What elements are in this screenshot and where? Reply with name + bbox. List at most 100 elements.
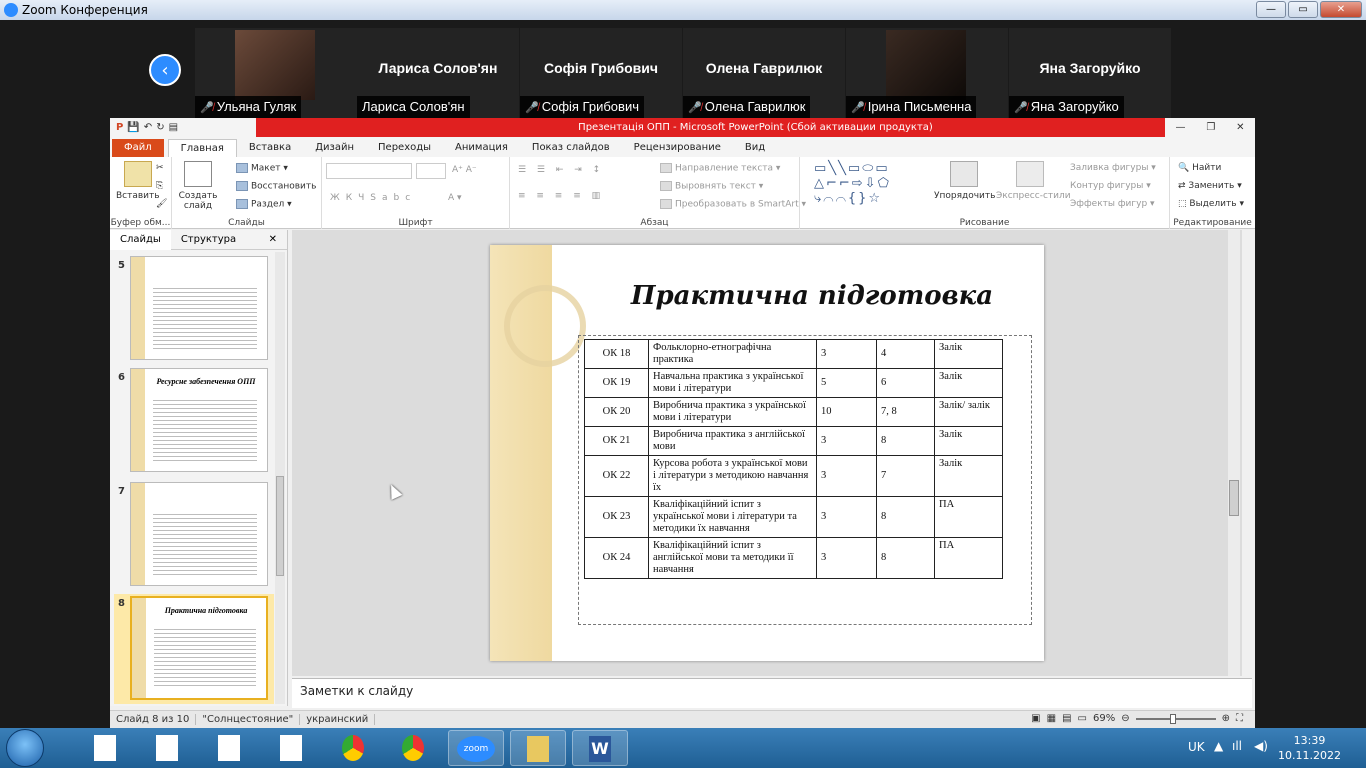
table-row: ОК 19 Навчальна практика з української мо… [584, 368, 1003, 398]
fit-window-icon[interactable]: ⛶ [1236, 713, 1243, 724]
align-buttons[interactable]: ≡ ≡ ≡ ≡ ▥ [518, 191, 604, 201]
quick-styles-icon[interactable] [1016, 161, 1044, 187]
practice-table[interactable]: ОК 18 Фольклорно-етнографічна практика 3 4 З… [584, 339, 1003, 579]
new-slide-icon[interactable] [184, 161, 212, 187]
select-icon: ⬚ [1178, 199, 1187, 209]
minimize-button[interactable]: — [1256, 1, 1286, 18]
font-format-buttons[interactable]: ЖКЧSabc [330, 193, 416, 203]
tab-home[interactable]: Главная [167, 139, 237, 157]
taskbar-word-icon[interactable]: W [572, 730, 628, 766]
close-button[interactable]: ✕ [1320, 1, 1362, 18]
paste-icon[interactable] [124, 161, 152, 187]
tab-review[interactable]: Рецензирование [622, 139, 733, 157]
shape-effects-button[interactable]: Эффекты фигур ▾ [1070, 199, 1155, 209]
slide-thumbnail-selected[interactable]: 8 Практична підготовка [114, 594, 274, 704]
font-name-select[interactable] [326, 163, 412, 179]
ppt-restore-button[interactable]: ❐ [1206, 122, 1215, 133]
taskbar-zoom-icon[interactable]: zoom [448, 730, 504, 766]
tab-file[interactable]: Файл [112, 139, 164, 157]
thumbnails-scrollbar[interactable] [275, 252, 285, 704]
network-icon[interactable]: ıll [1232, 739, 1242, 753]
start-button[interactable] [6, 729, 44, 767]
save-icon[interactable]: 💾 [127, 122, 139, 133]
ppt-close-button[interactable]: ✕ [1236, 122, 1244, 133]
keyboard-language[interactable]: UK [1188, 740, 1205, 754]
previous-page-button[interactable]: ‹ [149, 54, 181, 86]
participant-tile[interactable]: 🎤̸ Ірина Письменна [846, 28, 1008, 118]
format-painter-icon[interactable]: 🖌 [156, 199, 167, 209]
cut-icon[interactable]: ✂ [156, 163, 164, 173]
font-size-select[interactable] [416, 163, 446, 179]
tab-slides[interactable]: Слайды [110, 229, 171, 250]
shapes-gallery[interactable]: ▭╲╲▭⬭▭ △⌐⌐⇨⇩⬠ ⤷⌒⌒{}☆ [814, 161, 891, 206]
tab-transitions[interactable]: Переходы [366, 139, 443, 157]
taskbar-chrome-icon[interactable] [386, 730, 442, 766]
align-text-button[interactable]: Выровнять текст ▾ [660, 181, 763, 192]
participant-tile[interactable]: 🎤̸ Ульяна Гуляк [195, 28, 357, 118]
layout-button[interactable]: Макет ▾ [236, 163, 288, 174]
course-code-cell: ОК 20 [584, 397, 649, 427]
participant-tile[interactable]: Яна Загоруйко 🎤̸ Яна Загоруйко [1009, 28, 1171, 118]
font-color-icon[interactable]: A ▾ [448, 193, 462, 203]
tab-outline[interactable]: Структура [171, 230, 246, 250]
current-slide[interactable]: Практична підготовка ОК 18 Фольклорно-етн… [490, 245, 1044, 661]
show-hidden-icons[interactable]: ▲ [1214, 739, 1223, 753]
participant-tile[interactable]: Лариса Солов'ян Лариса Солов'ян [357, 28, 519, 118]
course-code-cell: ОК 23 [584, 496, 649, 538]
volume-icon[interactable]: ◀) [1254, 739, 1268, 753]
list-buttons[interactable]: ☰ ☰ ⇤ ⇥ ↕ [518, 165, 604, 175]
smartart-icon [660, 199, 672, 209]
shape-fill-button[interactable]: Заливка фигуры ▾ [1070, 163, 1156, 173]
maximize-button[interactable]: ▭ [1288, 1, 1318, 18]
smartart-button[interactable]: Преобразовать в SmartArt ▾ [660, 199, 806, 210]
replace-button[interactable]: ⇄ Заменить ▾ [1178, 181, 1242, 191]
section-button[interactable]: Раздел ▾ [236, 199, 292, 210]
undo-icon[interactable]: ↶ [144, 122, 152, 133]
arrange-icon[interactable] [950, 161, 978, 187]
participant-tile[interactable]: Софія Грибович 🎤̸ Софія Грибович [520, 28, 682, 118]
arrange-button[interactable]: Упорядочить [934, 191, 995, 201]
redo-icon[interactable]: ↻ [156, 122, 164, 133]
notes-pane[interactable]: Заметки к слайду [292, 678, 1252, 708]
course-name-cell: Курсова робота з української мови і літе… [648, 455, 817, 497]
paste-button[interactable]: Вставить [116, 191, 160, 201]
select-button[interactable]: ⬚ Выделить ▾ [1178, 199, 1244, 209]
reset-button[interactable]: Восстановить [236, 181, 316, 192]
tab-animation[interactable]: Анимация [443, 139, 520, 157]
normal-view-icon[interactable]: ▣ [1031, 713, 1040, 724]
shape-outline-button[interactable]: Контур фигуры ▾ [1070, 181, 1151, 191]
ppt-titlebar: P 💾 ↶ ↻ ▤ Презентація ОПП - Microsoft Po… [110, 118, 1255, 137]
ppt-minimize-button[interactable]: — [1175, 122, 1185, 133]
taskbar-file-icon[interactable] [202, 730, 258, 766]
grow-font-icon[interactable]: A⁺ A⁻ [452, 165, 477, 175]
taskbar-yandex-icon[interactable] [326, 730, 382, 766]
taskbar-file-icon[interactable] [140, 730, 196, 766]
tab-insert[interactable]: Вставка [237, 139, 303, 157]
slideshow-view-icon[interactable]: ▭ [1078, 713, 1087, 724]
slide-title[interactable]: Практична підготовка [610, 281, 1014, 311]
tab-view[interactable]: Вид [733, 139, 777, 157]
zoom-slider[interactable] [1135, 713, 1216, 724]
reading-view-icon[interactable]: ▤ [1062, 713, 1071, 724]
close-panel-icon[interactable]: ✕ [259, 230, 287, 250]
tab-design[interactable]: Дизайн [303, 139, 366, 157]
sorter-view-icon[interactable]: ▦ [1047, 713, 1056, 724]
zoom-in-icon[interactable]: ⊕ [1222, 713, 1230, 724]
taskbar-file-icon[interactable] [78, 730, 134, 766]
workspace-scrollbar[interactable] [1228, 230, 1240, 676]
find-button[interactable]: 🔍 Найти [1178, 163, 1221, 173]
new-slide-button[interactable]: Создать слайд [176, 191, 220, 211]
zoom-level[interactable]: 69% [1093, 713, 1115, 724]
language-indicator[interactable]: украинский [300, 714, 376, 725]
new-slide-qat-icon[interactable]: ▤ [169, 122, 178, 133]
participant-tile[interactable]: Олена Гаврилюк 🎤̸ Олена Гаврилюк [683, 28, 845, 118]
quick-styles-button[interactable]: Экспресс-стили [996, 191, 1071, 201]
slide-number: 6 [118, 372, 125, 383]
copy-icon[interactable]: ⎘ [156, 181, 163, 191]
text-direction-button[interactable]: Направление текста ▾ [660, 163, 780, 174]
clock[interactable]: 13:39 10.11.2022 [1278, 733, 1341, 763]
tab-slideshow[interactable]: Показ слайдов [520, 139, 622, 157]
taskbar-explorer-icon[interactable] [510, 730, 566, 766]
zoom-out-icon[interactable]: ⊖ [1121, 713, 1129, 724]
taskbar-file-icon[interactable] [264, 730, 320, 766]
